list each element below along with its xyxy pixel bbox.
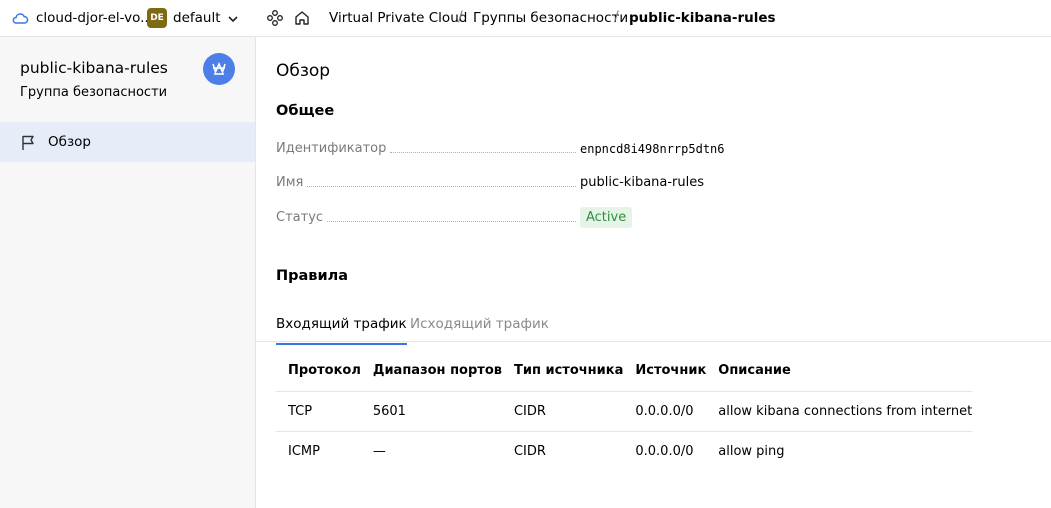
chevron-down-icon[interactable]: [226, 11, 240, 25]
cell-source-type: CIDR: [513, 443, 546, 459]
tab-ingress[interactable]: Входящий трафик: [276, 316, 407, 345]
field-label-id: Идентификатор: [276, 141, 576, 156]
table-row: ICMP — CIDR 0.0.0.0/0 allow ping: [276, 431, 972, 471]
column-header: Источник: [623, 351, 707, 392]
field-label-status: Статус: [276, 210, 576, 225]
field-value-name: public-kibana-rules: [580, 175, 705, 190]
cell-description: allow kibana connections from internet: [706, 391, 973, 432]
column-header: Тип источника: [501, 351, 624, 392]
column-header: Протокол: [276, 351, 361, 392]
breadcrumb-security-groups[interactable]: Группы безопасности: [473, 10, 628, 26]
breadcrumb-separator: /: [614, 9, 619, 25]
cell-protocol: TCP: [276, 391, 361, 432]
section-heading-general: Общее: [276, 103, 335, 119]
cloud-icon: [11, 9, 29, 27]
home-icon[interactable]: [293, 9, 311, 27]
cell-source: 0.0.0.0/0: [623, 391, 707, 432]
sidebar-item-label: Обзор: [48, 134, 91, 150]
cell-source-type: CIDR: [501, 391, 624, 432]
security-group-icon: [203, 53, 235, 85]
field-value-id: enpncd8i498nrrp5dtn6: [580, 142, 725, 156]
top-bar: cloud-djor-el-vo... DE default Virtual P…: [0, 0, 1051, 37]
page-title: Обзор: [276, 61, 331, 81]
cell-source: 0.0.0.0/0: [635, 443, 694, 459]
section-heading-rules: Правила: [276, 268, 349, 284]
cell-protocol: ICMP: [288, 443, 320, 459]
sidebar-subtitle: Группа безопасности: [20, 85, 168, 100]
cell-port-range: 5601: [360, 391, 502, 432]
table-header-row: Протокол Диапазон портов Тип источника И…: [276, 351, 973, 392]
sidebar-item-overview[interactable]: Обзор: [0, 122, 255, 162]
field-label-name: Имя: [276, 175, 576, 190]
rules-tabs: Входящий трафик Исходящий трафик: [256, 312, 1051, 345]
cloud-selector[interactable]: cloud-djor-el-vo...: [36, 10, 153, 26]
column-header: Описание: [706, 351, 973, 392]
breadcrumb-current: public-kibana-rules: [629, 10, 776, 26]
status-badge: Active: [580, 207, 633, 228]
breadcrumb-vpc[interactable]: Virtual Private Cloud: [329, 10, 467, 26]
folder-badge: DE: [147, 8, 167, 28]
rules-table: Протокол Диапазон портов Тип источника И…: [276, 351, 973, 471]
flag-icon: [20, 134, 37, 151]
sidebar-title: public-kibana-rules: [20, 59, 168, 77]
cell-port-range: —: [372, 443, 386, 459]
sidebar: public-kibana-rules Группа безопасности …: [0, 37, 256, 508]
tab-egress[interactable]: Исходящий трафик: [410, 316, 549, 342]
folder-selector[interactable]: default: [173, 10, 221, 26]
breadcrumb-separator: /: [458, 9, 463, 25]
table-row: TCP 5601 CIDR 0.0.0.0/0 allow kibana con…: [276, 391, 973, 432]
cell-description: allow ping: [718, 443, 785, 459]
services-icon[interactable]: [266, 9, 284, 27]
column-header: Диапазон портов: [360, 351, 502, 392]
main-content: Обзор Общее Идентификатор enpncd8i498nrr…: [256, 37, 1051, 508]
